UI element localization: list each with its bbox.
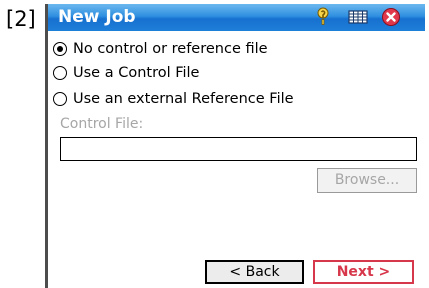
option-label: No control or reference file <box>73 41 268 57</box>
window-title: New Job <box>58 7 136 27</box>
title-bar: New Job <box>48 4 425 31</box>
figure-tag: [2] <box>6 7 36 31</box>
option-external-reference[interactable]: Use an external Reference File <box>53 88 294 110</box>
window-left-border <box>45 4 48 288</box>
option-label: Use a Control File <box>73 65 200 81</box>
browse-button[interactable]: Browse... <box>317 168 417 193</box>
control-file-label: Control File: <box>60 116 144 132</box>
back-button[interactable]: < Back <box>205 260 304 284</box>
close-icon[interactable] <box>381 7 401 27</box>
radio-button-checked[interactable] <box>53 42 67 56</box>
help-icon[interactable] <box>313 7 333 27</box>
radio-button[interactable] <box>53 66 67 80</box>
keyboard-icon[interactable] <box>348 9 368 29</box>
control-file-input[interactable] <box>60 137 417 161</box>
option-control-file[interactable]: Use a Control File <box>53 62 199 84</box>
next-button[interactable]: Next > <box>313 260 414 284</box>
option-label: Use an external Reference File <box>73 91 294 107</box>
radio-button[interactable] <box>53 92 67 106</box>
option-no-control[interactable]: No control or reference file <box>53 38 268 60</box>
